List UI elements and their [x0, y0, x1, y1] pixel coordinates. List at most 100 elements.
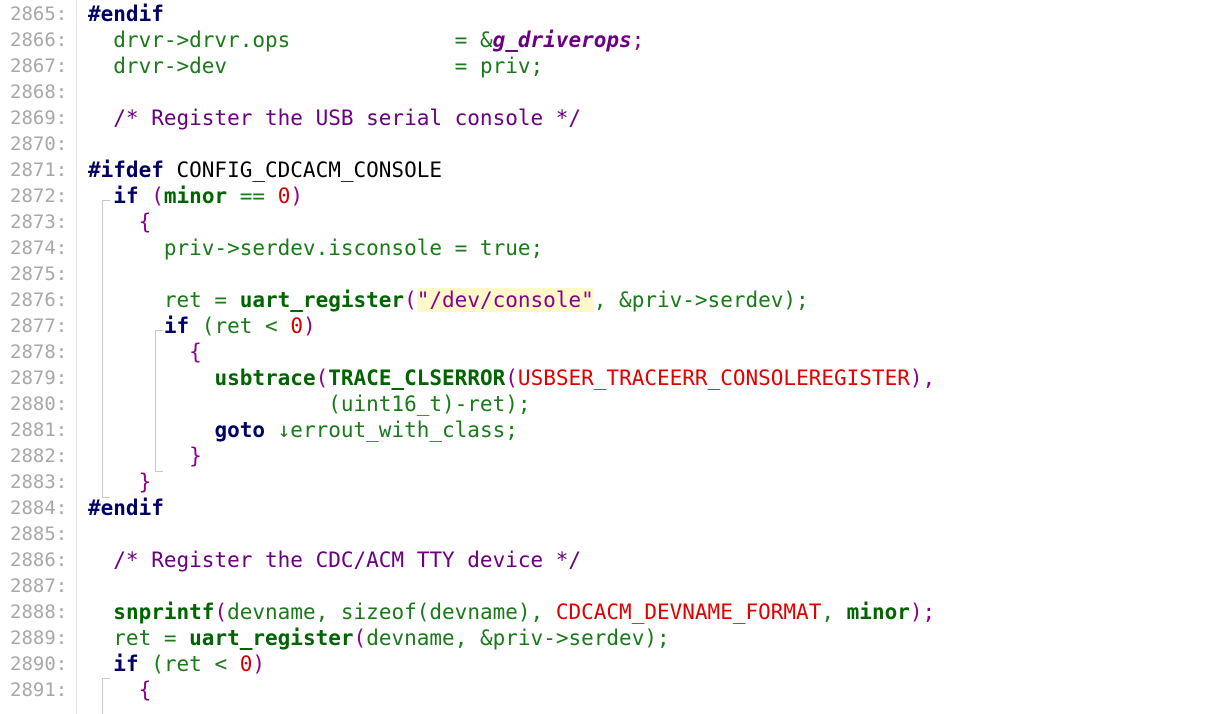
line-number: 2874:: [10, 237, 68, 259]
line-number: 2887:: [10, 575, 68, 597]
code-line[interactable]: 2870:: [0, 131, 1218, 157]
code-line[interactable]: 2869: /* Register the USB serial console…: [0, 105, 1218, 131]
line-code: }: [88, 469, 152, 495]
line-number: 2877:: [10, 315, 68, 337]
code-line[interactable]: 2887:: [0, 573, 1218, 599]
code-line[interactable]: 2891: {: [0, 677, 1218, 703]
code-token: CDCACM_DEVNAME_FORMAT: [555, 600, 822, 624]
line-number: 2890:: [10, 653, 68, 675]
line-number: 2868:: [10, 81, 68, 103]
code-token: {: [88, 678, 152, 702]
code-line[interactable]: 2875:: [0, 261, 1218, 287]
fold-guide-if-ret2-top: [102, 678, 110, 679]
code-line[interactable]: 2874: priv->serdev.isconsole = true;: [0, 235, 1218, 261]
code-line[interactable]: 2885:: [0, 521, 1218, 547]
line-code: #endif: [88, 495, 164, 521]
code-line[interactable]: 2883: }: [0, 469, 1218, 495]
code-token: "/dev/console": [416, 288, 594, 312]
line-number: 2891:: [10, 679, 68, 701]
line-number: 2878:: [10, 341, 68, 363]
code-token: (: [505, 366, 518, 390]
code-line[interactable]: 2878: {: [0, 339, 1218, 365]
code-line[interactable]: 2882: }: [0, 443, 1218, 469]
fold-guide-if-minor-bottom: [102, 497, 110, 498]
code-line[interactable]: 2872: if (minor == 0): [0, 183, 1218, 209]
line-number: 2865:: [10, 3, 68, 25]
fold-guide-if-ret2: [102, 678, 103, 714]
code-token: goto: [214, 418, 266, 442]
line-number: 2886:: [10, 549, 68, 571]
line-code: {: [88, 677, 152, 703]
code-token: 0: [239, 652, 253, 676]
code-line[interactable]: 2889: ret = uart_register(devname, &priv…: [0, 625, 1218, 651]
code-token: minor: [846, 600, 910, 624]
code-token: ret =: [88, 288, 240, 312]
code-token: usbtrace: [214, 366, 316, 390]
code-token: ): [252, 652, 266, 676]
fold-guide-if-minor: [102, 200, 103, 497]
code-token: (ret <: [138, 652, 240, 676]
line-code: /* Register the USB serial console */: [88, 105, 581, 131]
line-number: 2872:: [10, 185, 68, 207]
code-token: if: [163, 314, 190, 338]
code-line[interactable]: 2881: goto ↓errout_with_class;: [0, 417, 1218, 443]
code-token: /* Register the USB serial console */: [88, 106, 582, 130]
line-number: 2876:: [10, 289, 68, 311]
line-code: ret = uart_register(devname, &priv->serd…: [88, 625, 669, 651]
code-token: minor: [163, 184, 228, 208]
line-code: if (ret < 0): [88, 313, 316, 339]
line-number: 2875:: [10, 263, 68, 285]
line-code: usbtrace(TRACE_CLSERROR(USBSER_TRACEERR_…: [88, 365, 935, 391]
line-code: priv->serdev.isconsole = true;: [88, 235, 543, 261]
code-token: (: [214, 600, 228, 624]
code-token: snprintf: [113, 600, 215, 624]
code-token: 0: [290, 314, 303, 338]
code-token: uart_register: [239, 288, 405, 312]
line-code: drvr->drvr.ops = &g_driverops;: [88, 27, 644, 53]
code-line[interactable]: 2867: drvr->dev = priv;: [0, 53, 1218, 79]
code-line[interactable]: 2876: ret = uart_register("/dev/console"…: [0, 287, 1218, 313]
line-code: {: [88, 209, 152, 235]
code-line[interactable]: 2884: #endif: [0, 495, 1218, 521]
code-line[interactable]: 2868:: [0, 79, 1218, 105]
code-line[interactable]: 2880: (uint16_t)-ret);: [0, 391, 1218, 417]
line-code: snprintf(devname, sizeof(devname), CDCAC…: [88, 599, 935, 625]
code-token: TRACE_CLSERROR: [328, 366, 506, 390]
code-line[interactable]: 2879: usbtrace(TRACE_CLSERROR(USBSER_TRA…: [0, 365, 1218, 391]
line-code: if (ret < 0): [88, 651, 265, 677]
line-number: 2873:: [10, 211, 68, 233]
code-token: );: [909, 600, 936, 624]
line-code: /* Register the CDC/ACM TTY device */: [88, 547, 581, 573]
code-token: (ret <: [189, 314, 291, 338]
code-line[interactable]: 2865: #endif: [0, 1, 1218, 27]
code-line[interactable]: 2877: if (ret < 0): [0, 313, 1218, 339]
code-token: (: [138, 184, 164, 208]
code-line[interactable]: 2890: if (ret < 0): [0, 651, 1218, 677]
line-number: 2866:: [10, 29, 68, 51]
code-token: {: [88, 210, 152, 234]
code-editor[interactable]: 2865: #endif 2866: drvr->drvr.ops = &g_dri…: [0, 0, 1218, 714]
code-token: USBSER_TRACEERR_CONSOLEREGISTER: [517, 366, 910, 390]
code-token: {: [88, 340, 202, 364]
code-token: ): [290, 184, 303, 208]
code-token: = priv;: [454, 54, 544, 78]
code-line[interactable]: 2866: drvr->drvr.ops = &g_driverops;: [0, 27, 1218, 53]
code-token: if: [113, 652, 139, 676]
code-line[interactable]: 2871: #ifdef CONFIG_CDCACM_CONSOLE: [0, 157, 1218, 183]
line-code: #endif: [88, 1, 164, 27]
code-line[interactable]: 2886: /* Register the CDC/ACM TTY device…: [0, 547, 1218, 573]
code-token: (: [353, 626, 367, 650]
code-token: drvr->dev: [88, 54, 455, 78]
code-token: ): [302, 314, 316, 338]
code-token: , &priv->serdev);: [593, 288, 809, 312]
fold-guide-if-ret: [155, 330, 156, 471]
code-line[interactable]: 2873: {: [0, 209, 1218, 235]
code-token: /* Register the CDC/ACM TTY device */: [88, 548, 582, 572]
line-code: }: [88, 443, 202, 469]
code-token: ret =: [88, 626, 190, 650]
code-line[interactable]: 2888: snprintf(devname, sizeof(devname),…: [0, 599, 1218, 625]
fold-guide-if-minor-top: [102, 200, 110, 201]
